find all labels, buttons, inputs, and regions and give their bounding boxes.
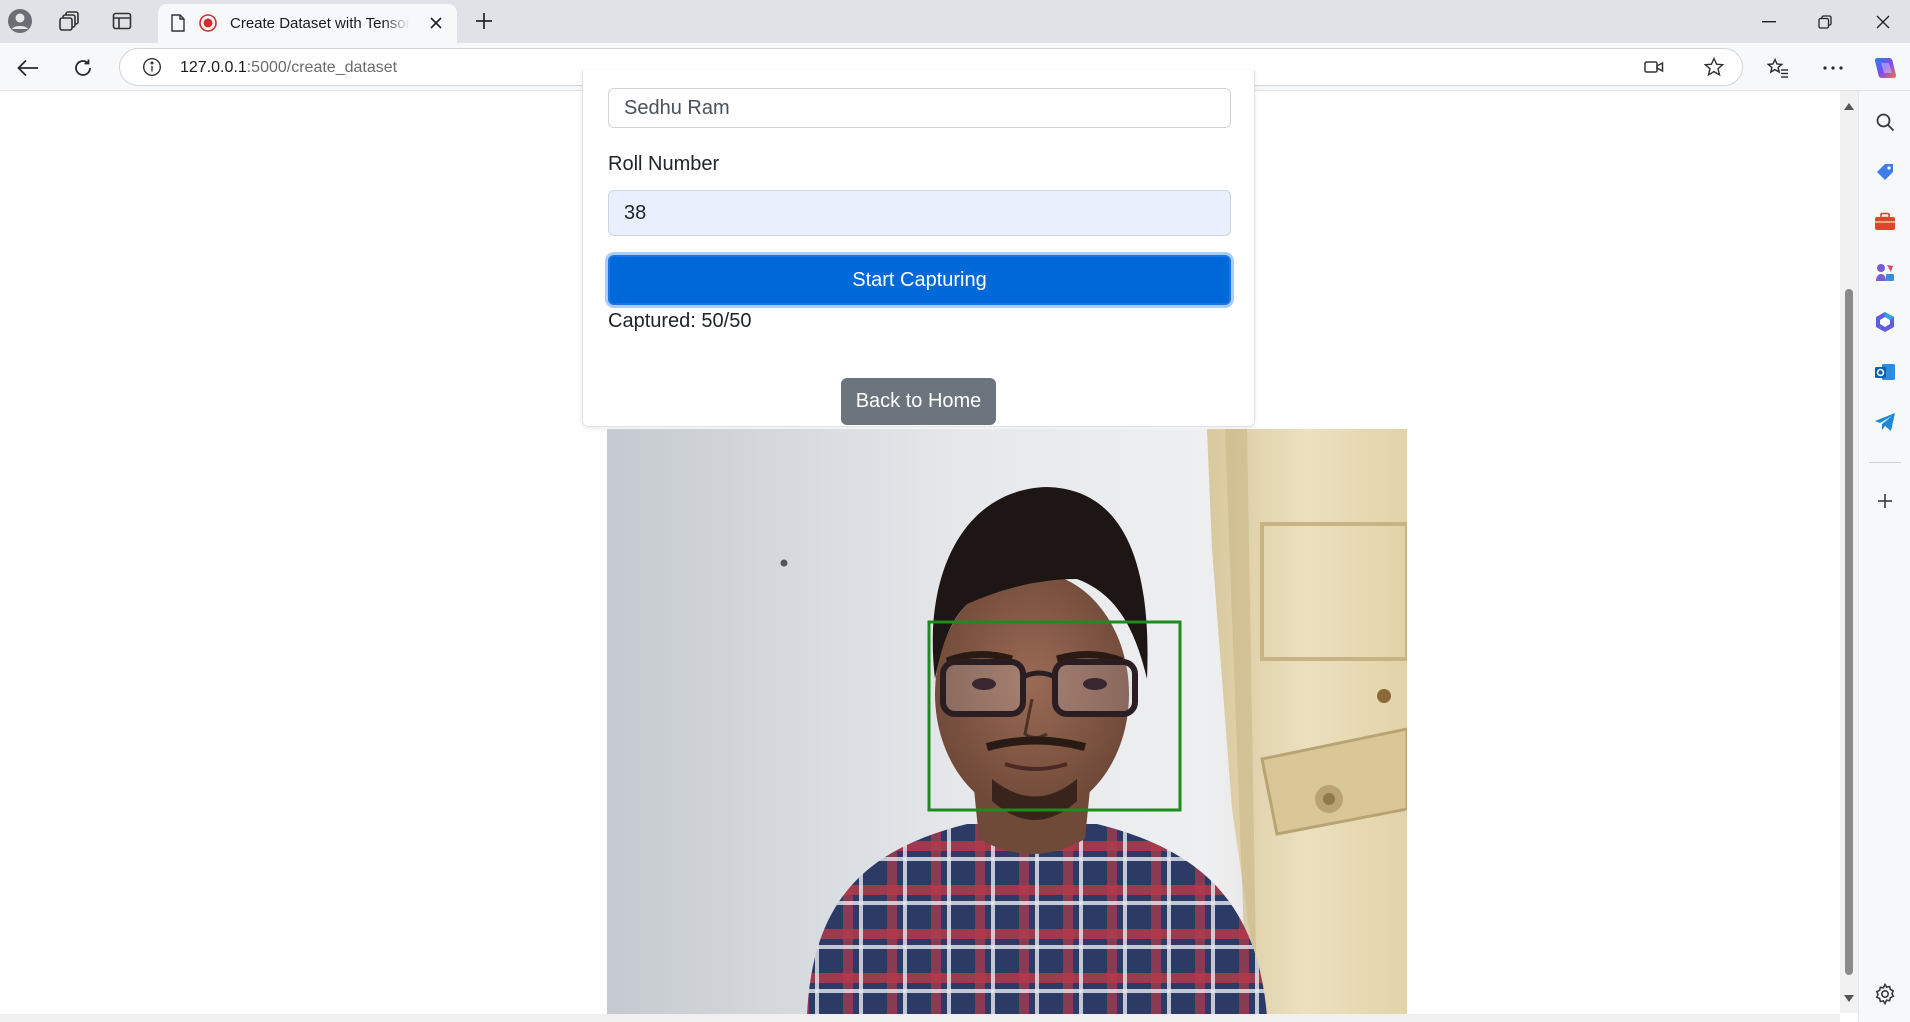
outlook-icon[interactable] <box>1871 358 1899 386</box>
url-text[interactable]: 127.0.0.1:5000/create_dataset <box>180 59 397 77</box>
url-path: :5000/create_dataset <box>246 59 398 76</box>
page-scrollbar[interactable] <box>1840 91 1858 1013</box>
name-input-value: Sedhu Ram <box>624 96 730 119</box>
webcam-feed <box>607 429 1407 1016</box>
search-icon[interactable] <box>1871 108 1899 136</box>
microsoft365-icon[interactable] <box>1871 308 1899 336</box>
favorite-icon[interactable] <box>1698 51 1730 83</box>
recording-icon <box>194 9 222 37</box>
games-icon[interactable] <box>1871 258 1899 286</box>
capture-status: Captured: 50/50 <box>608 310 752 332</box>
back-to-home-button[interactable]: Back to Home <box>841 378 996 425</box>
scroll-up-arrow-icon[interactable] <box>1844 103 1854 110</box>
refresh-icon[interactable] <box>67 52 99 84</box>
camera-in-use-icon[interactable] <box>1638 51 1670 83</box>
copilot-icon[interactable] <box>1869 52 1901 84</box>
roll-number-value: 38 <box>624 201 647 224</box>
workspaces-icon[interactable] <box>56 7 84 35</box>
scrollbar-thumb[interactable] <box>1845 289 1853 975</box>
active-tab[interactable]: Create Dataset with TensorFlow <box>158 4 457 43</box>
profile-icon[interactable] <box>6 7 34 35</box>
dataset-form-card: Sedhu Ram Roll Number 38 Start Capturing… <box>582 70 1255 427</box>
site-info-icon[interactable] <box>136 51 168 83</box>
close-icon[interactable] <box>422 9 450 37</box>
sidebar-divider <box>1869 462 1901 463</box>
page-icon <box>164 9 192 37</box>
settings-icon[interactable] <box>1871 980 1899 1008</box>
title-bar: Create Dataset with TensorFlow <box>0 0 1910 43</box>
start-capturing-button[interactable]: Start Capturing <box>608 255 1231 305</box>
scroll-down-arrow-icon[interactable] <box>1844 995 1854 1002</box>
minimize-icon[interactable] <box>1742 0 1796 43</box>
roll-number-input[interactable]: 38 <box>608 190 1231 236</box>
shopping-icon[interactable] <box>1871 158 1899 186</box>
restore-icon[interactable] <box>1798 0 1852 43</box>
bottom-edge <box>0 1014 1840 1022</box>
webcam-frame <box>607 429 1407 1016</box>
add-icon[interactable] <box>1871 487 1899 515</box>
vertical-tabs-icon[interactable] <box>108 7 136 35</box>
url-host: 127.0.0.1 <box>180 59 247 76</box>
tab-title: Create Dataset with TensorFlow <box>230 15 410 32</box>
favorites-icon[interactable] <box>1762 52 1794 84</box>
tools-icon[interactable] <box>1871 208 1899 236</box>
close-window-icon[interactable] <box>1856 0 1910 43</box>
name-input[interactable]: Sedhu Ram <box>608 88 1231 128</box>
roll-number-label: Roll Number <box>608 153 720 175</box>
more-icon[interactable] <box>1817 52 1849 84</box>
telegram-icon[interactable] <box>1871 408 1899 436</box>
edge-sidebar <box>1858 91 1910 1022</box>
back-icon[interactable] <box>12 52 44 84</box>
new-tab-icon[interactable] <box>470 7 498 35</box>
